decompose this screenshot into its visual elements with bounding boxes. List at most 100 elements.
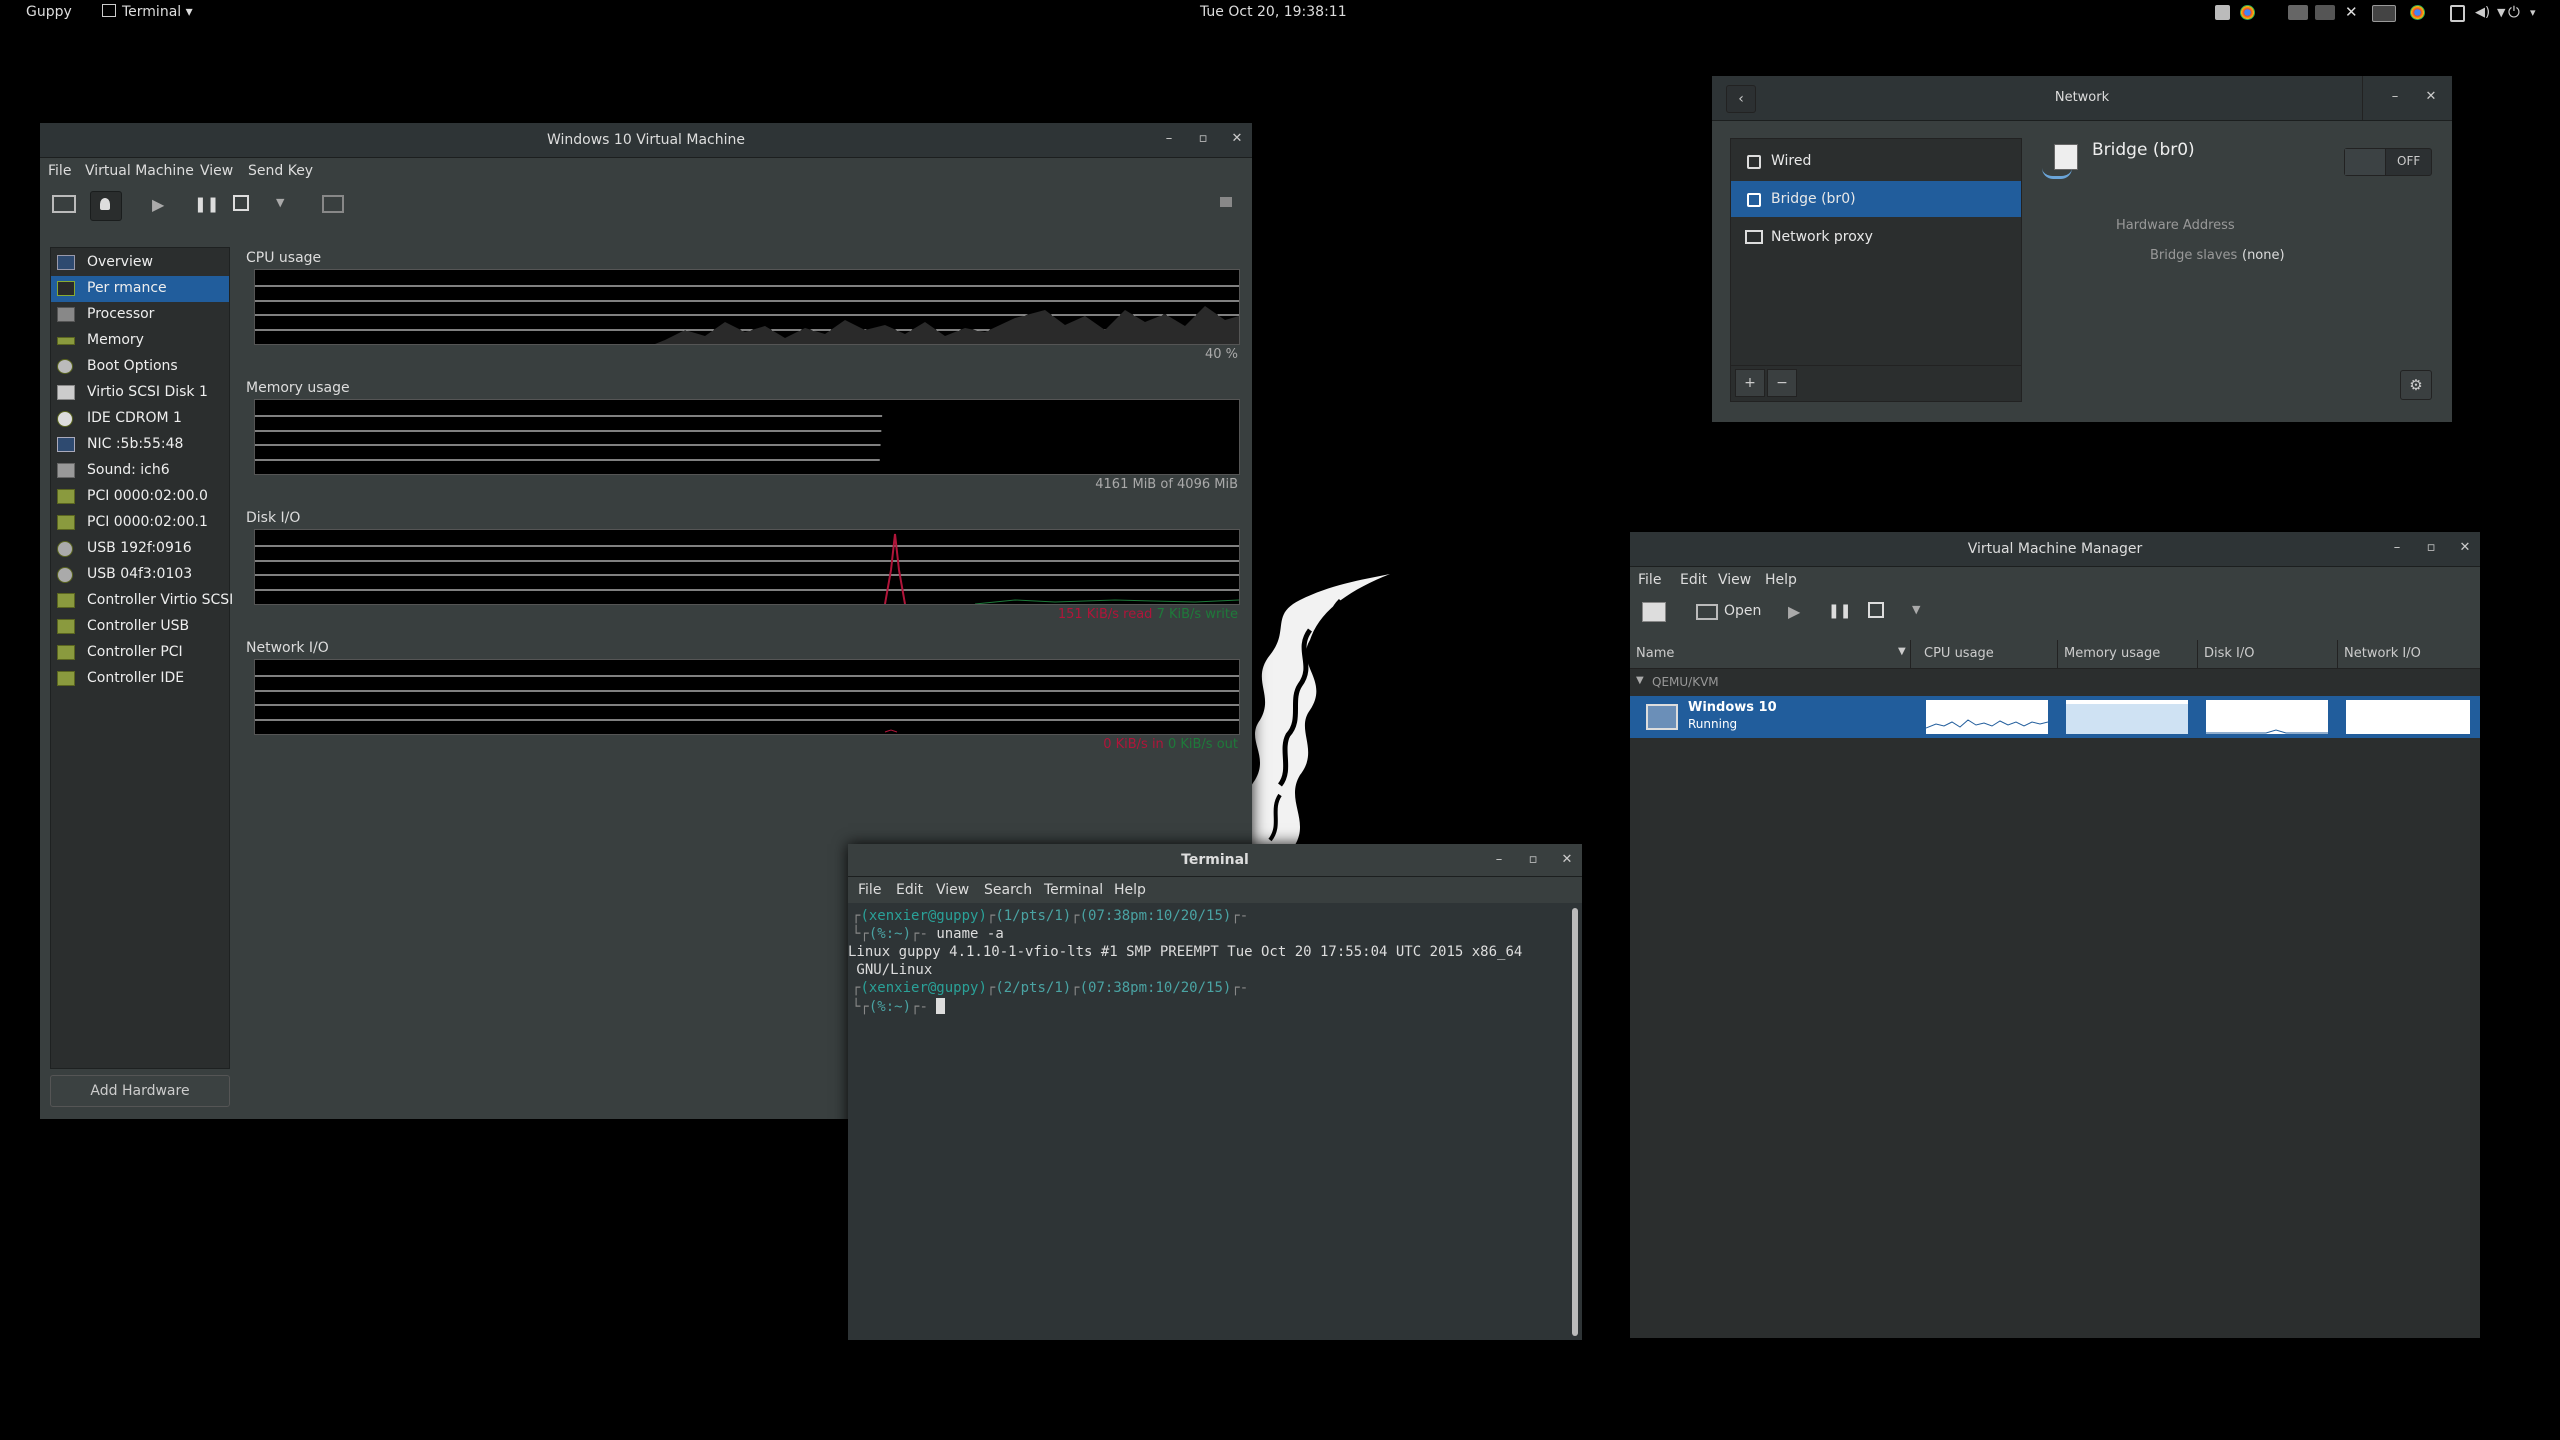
column-disk-io[interactable]: Disk I/O [2198, 640, 2338, 668]
menu-send-key[interactable]: Send Key [248, 163, 313, 179]
terminal-output[interactable]: ┌(xenxier@guppy)┌(1/pts/1)┌(07:38pm:10/2… [848, 904, 1570, 1340]
tools-tray-icon[interactable]: ✕ [2345, 5, 2360, 20]
maximize-button[interactable]: ▫ [1196, 132, 1210, 146]
chrome2-tray-icon[interactable] [2410, 5, 2425, 20]
remove-connection-button[interactable]: − [1767, 369, 1797, 397]
sidebar-item-controller-virtio-scsi[interactable]: Controller Virtio SCSI [51, 588, 233, 614]
menu-view[interactable]: View [936, 882, 969, 898]
vm2-tray-icon[interactable] [2315, 5, 2335, 20]
wired-network-icon [1747, 155, 1761, 169]
prompt-user: (xenxier@guppy) [860, 980, 987, 996]
group-row[interactable]: ▼ QEMU/KVM [1630, 672, 2480, 694]
terminal-tray-icon[interactable] [2372, 5, 2396, 22]
maximize-button[interactable]: ▫ [2424, 541, 2438, 555]
sidebar-item-usb-1[interactable]: USB 192f:0916 [51, 536, 229, 562]
network-item-wired[interactable]: Wired [1731, 143, 2021, 179]
column-memory-usage[interactable]: Memory usage [2058, 640, 2198, 668]
hardware-sidebar: Overview Per rmance Processor Memory Boo… [50, 247, 233, 1069]
battery-icon[interactable] [2450, 5, 2465, 22]
wallpaper-flame-art [1245, 574, 1390, 845]
column-cpu-usage[interactable]: CPU usage [1918, 640, 2058, 668]
chevron-down-icon[interactable]: ▾ [2530, 5, 2545, 20]
menu-view[interactable]: View [200, 163, 233, 179]
add-connection-button[interactable]: + [1735, 369, 1765, 397]
vm-row-windows-10[interactable]: Windows 10 Running [1630, 696, 2480, 738]
run-button[interactable]: ▶ [1788, 602, 1800, 621]
sidebar-item-pci-1[interactable]: PCI 0000:02:00.0 [51, 484, 229, 510]
close-button[interactable]: ✕ [1230, 132, 1244, 146]
close-button[interactable]: ✕ [2458, 541, 2472, 555]
sidebar-item-controller-usb[interactable]: Controller USB [51, 614, 229, 640]
menu-terminal[interactable]: Terminal [1044, 882, 1103, 898]
pause-button[interactable]: ❚❚ [194, 195, 219, 213]
network-item-bridge[interactable]: Bridge (br0) [1731, 181, 2021, 217]
menu-search[interactable]: Search [984, 882, 1032, 898]
add-hardware-button[interactable]: Add Hardware [50, 1075, 230, 1107]
vmm-titlebar[interactable]: Virtual Machine Manager – ▫ ✕ [1630, 532, 2480, 567]
minimize-button[interactable]: – [1162, 132, 1176, 146]
sidebar-item-sound[interactable]: Sound: ich6 [51, 458, 229, 484]
network-io-label: Network I/O [246, 640, 329, 656]
clock[interactable]: Tue Oct 20, 19:38:11 [1200, 4, 1347, 20]
bridge-toggle-switch[interactable]: OFF [2344, 148, 2432, 176]
shutdown-button[interactable] [1868, 602, 1884, 618]
shutdown-button[interactable] [233, 195, 249, 211]
sidebar-item-boot-options[interactable]: Boot Options [51, 354, 229, 380]
sidebar-item-performance[interactable]: Per rmance [51, 276, 229, 302]
settings-gear-button[interactable]: ⚙ [2400, 370, 2432, 400]
fullscreen-icon[interactable] [322, 195, 344, 213]
menu-view[interactable]: View [1718, 572, 1751, 588]
sidebar-item-overview[interactable]: Overview [51, 250, 229, 276]
sidebar-item-pci-2[interactable]: PCI 0000:02:00.1 [51, 510, 229, 536]
controller-icon [57, 671, 75, 686]
sidebar-item-memory[interactable]: Memory [51, 328, 229, 354]
chrome-tray-icon[interactable] [2240, 5, 2255, 20]
volume-icon[interactable]: ◀) [2475, 5, 2490, 20]
terminal-scrollbar[interactable] [1572, 908, 1578, 1336]
sidebar-item-controller-ide[interactable]: Controller IDE [51, 666, 229, 692]
menu-edit[interactable]: Edit [1680, 572, 1707, 588]
network-titlebar[interactable]: ‹ Network – ✕ [1712, 76, 2452, 121]
new-vm-icon[interactable] [1642, 602, 1666, 622]
menu-virtual-machine[interactable]: Virtual Machine [85, 163, 194, 179]
shutdown-dropdown-chevron-icon[interactable]: ▼ [276, 196, 284, 209]
sidebar-item-disk[interactable]: Virtio SCSI Disk 1 [51, 380, 229, 406]
column-network-io[interactable]: Network I/O [2338, 640, 2480, 668]
sidebar-item-usb-2[interactable]: USB 04f3:0103 [51, 562, 229, 588]
menu-edit[interactable]: Edit [896, 882, 923, 898]
pause-button[interactable]: ❚❚ [1828, 603, 1851, 619]
notes-tray-icon[interactable] [2215, 5, 2230, 20]
details-toggle-button[interactable] [90, 191, 122, 221]
menu-help[interactable]: Help [1114, 882, 1146, 898]
close-button[interactable]: ✕ [2424, 90, 2438, 104]
vm-titlebar[interactable]: Windows 10 Virtual Machine – ▫ ✕ [40, 123, 1252, 158]
minimize-button[interactable]: – [1492, 853, 1506, 867]
vm-tray-icon[interactable] [2288, 5, 2308, 20]
sidebar-item-processor[interactable]: Processor [51, 302, 229, 328]
column-name[interactable]: Name ▼ [1630, 640, 1911, 668]
shutdown-dropdown-chevron-icon[interactable]: ▼ [1912, 603, 1920, 616]
minimize-button[interactable]: – [2388, 90, 2402, 104]
output-line: GNU/Linux [848, 962, 933, 978]
menu-help[interactable]: Help [1765, 572, 1797, 588]
sidebar-item-cdrom[interactable]: IDE CDROM 1 [51, 406, 229, 432]
console-icon[interactable] [52, 195, 76, 213]
network-item-proxy[interactable]: Network proxy [1731, 219, 2021, 255]
menu-file[interactable]: File [48, 163, 71, 179]
menu-file[interactable]: File [858, 882, 881, 898]
close-button[interactable]: ✕ [1560, 853, 1574, 867]
activities-button[interactable]: Guppy [26, 4, 72, 20]
app-menu[interactable]: Terminal ▾ [102, 4, 193, 20]
minimize-button[interactable]: – [2390, 541, 2404, 555]
sidebar-item-controller-pci[interactable]: Controller PCI [51, 640, 229, 666]
terminal-titlebar[interactable]: Terminal – ▫ ✕ [848, 844, 1582, 877]
power-icon[interactable]: ⏻ [2508, 5, 2523, 20]
resize-guest-icon[interactable] [1220, 197, 1232, 207]
cursor [936, 998, 946, 1014]
menu-file[interactable]: File [1638, 572, 1661, 588]
run-button[interactable]: ▶ [152, 195, 164, 214]
disk-io-value: 151 KiB/s read 7 KiB/s write [740, 607, 1238, 622]
maximize-button[interactable]: ▫ [1526, 853, 1540, 867]
network-device-list: Wired Bridge (br0) Network proxy + − [1730, 138, 2022, 402]
sidebar-item-nic[interactable]: NIC :5b:55:48 [51, 432, 229, 458]
